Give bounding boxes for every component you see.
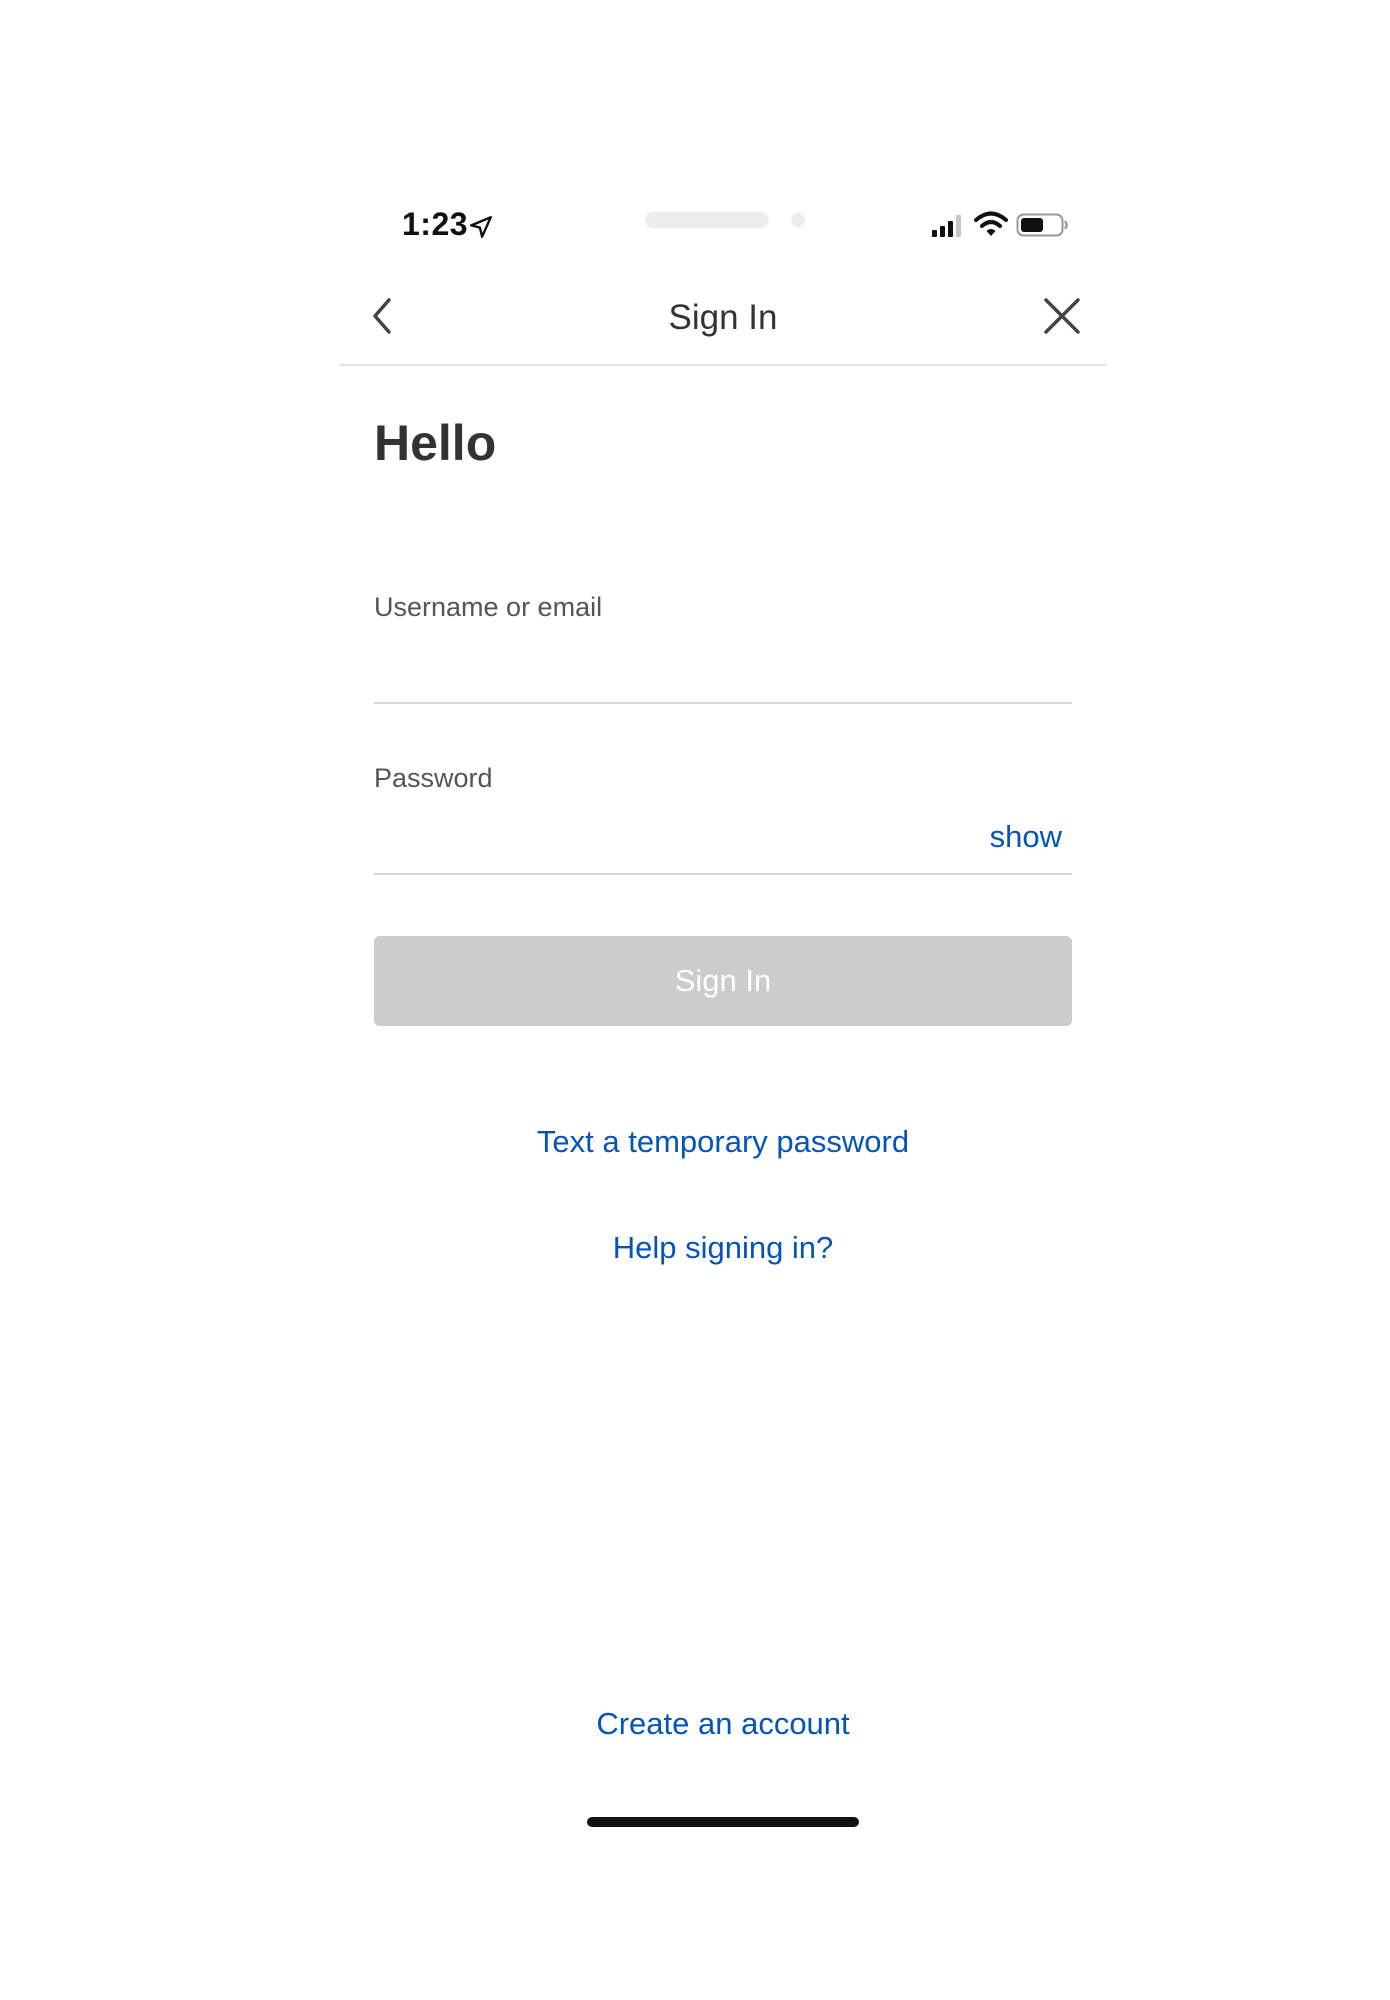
- battery-icon: [1016, 213, 1068, 237]
- wifi-icon: [974, 211, 1008, 236]
- sign-in-screen: 1:23 Sign In Hello Username or email Pas…: [340, 0, 1106, 2000]
- location-arrow-icon: [470, 216, 492, 238]
- text-temporary-password-link[interactable]: Text a temporary password: [340, 1124, 1106, 1160]
- page-title: Sign In: [668, 298, 778, 337]
- show-password-toggle[interactable]: show: [990, 819, 1062, 855]
- close-icon[interactable]: [1040, 294, 1084, 338]
- help-signing-in-link[interactable]: Help signing in?: [340, 1230, 1106, 1266]
- status-bar: 1:23: [340, 200, 1106, 250]
- password-field[interactable]: Password show: [374, 763, 1072, 875]
- nav-bar: Sign In: [340, 272, 1106, 366]
- password-input[interactable]: [374, 821, 978, 867]
- signal-bars-icon: [932, 215, 961, 237]
- username-field[interactable]: Username or email: [374, 592, 1072, 704]
- home-indicator[interactable]: [587, 1817, 859, 1827]
- greeting-heading: Hello: [374, 415, 497, 471]
- sign-in-button[interactable]: Sign In: [374, 936, 1072, 1026]
- notch-camera: [791, 213, 805, 227]
- username-label: Username or email: [374, 592, 603, 622]
- notch-speaker: [645, 212, 769, 228]
- status-time: 1:23: [402, 206, 469, 242]
- create-account-link[interactable]: Create an account: [340, 1706, 1106, 1742]
- username-input[interactable]: [374, 650, 978, 696]
- password-label: Password: [374, 763, 493, 793]
